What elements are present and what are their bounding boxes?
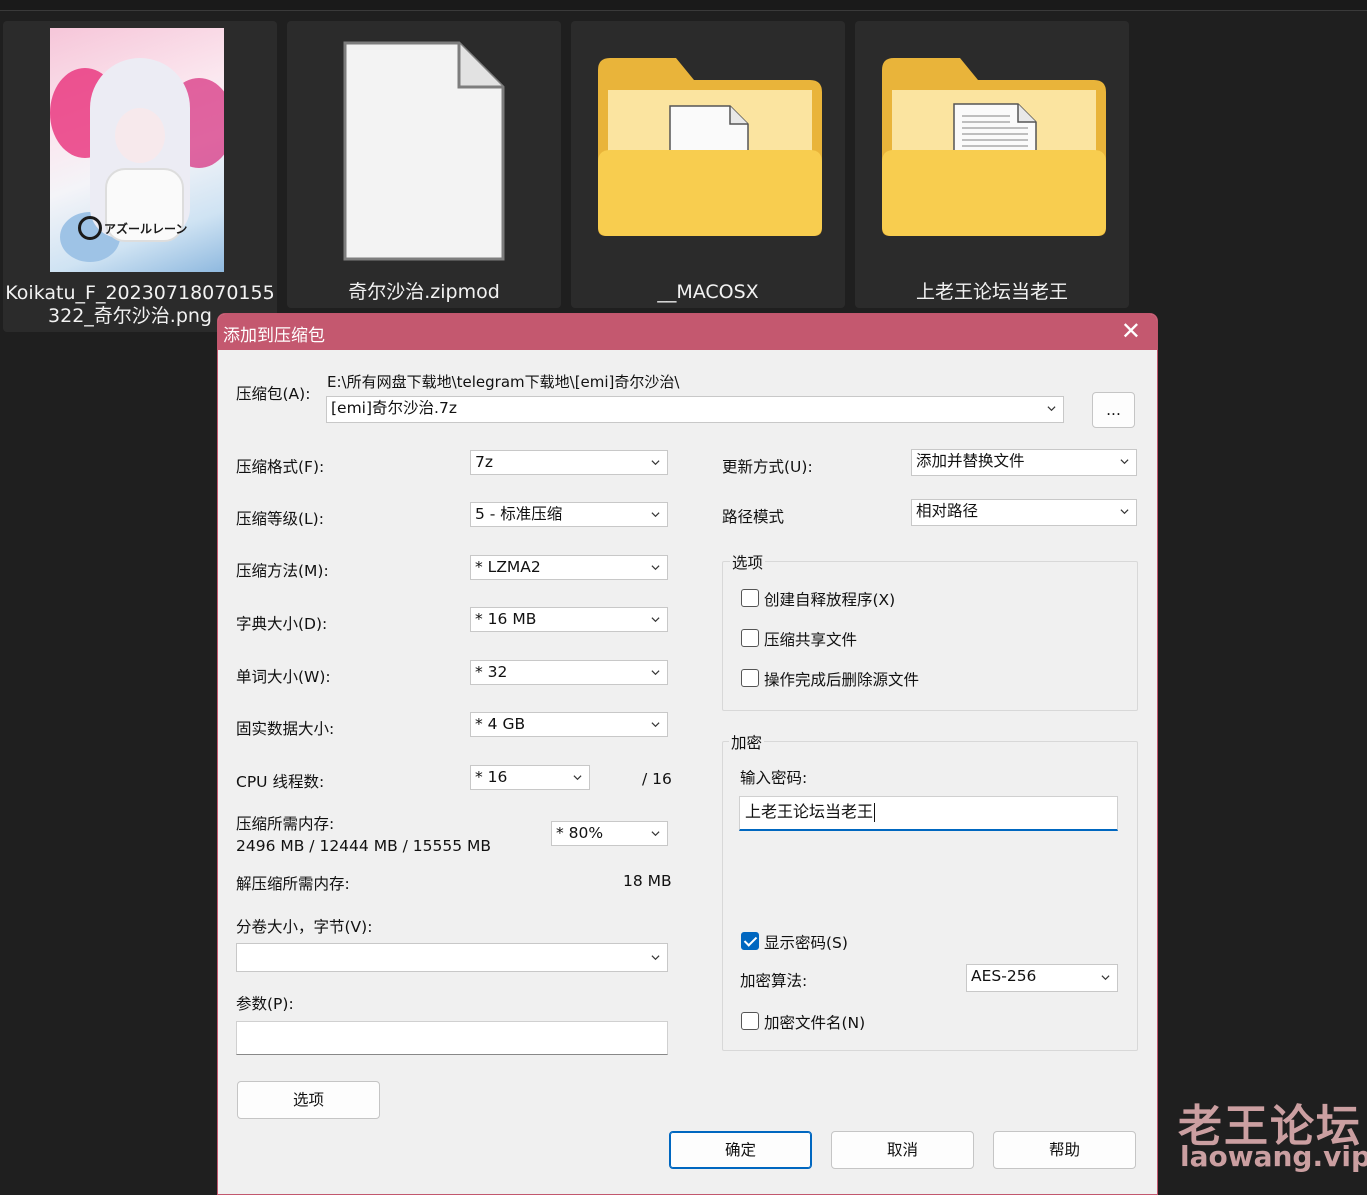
dict-combo[interactable]: * 16 MB bbox=[470, 607, 668, 632]
chevron-down-icon bbox=[651, 617, 660, 623]
image-thumbnail: アズールレーン bbox=[50, 28, 224, 272]
add-to-archive-dialog: 添加到压缩包 ✕ 压缩包(A): E:\所有网盘下载地\telegram下载地\… bbox=[217, 313, 1158, 1195]
show-password-label: 显示密码(S) bbox=[764, 934, 848, 952]
file-name: 奇尔沙治.zipmod bbox=[348, 281, 500, 303]
encryption-group-title: 加密 bbox=[729, 731, 765, 753]
decompress-memory-value: 18 MB bbox=[623, 872, 672, 890]
sfx-checkbox[interactable] bbox=[741, 589, 759, 607]
options-button[interactable]: 选项 bbox=[237, 1081, 380, 1119]
file-tile-zipmod[interactable]: 奇尔沙治.zipmod bbox=[287, 21, 561, 308]
level-value: 5 - 标准压缩 bbox=[475, 505, 563, 523]
memory-value: 2496 MB / 12444 MB / 15555 MB bbox=[236, 837, 492, 855]
encryption-method-value: AES-256 bbox=[971, 967, 1037, 985]
delete-source-label: 操作完成后删除源文件 bbox=[764, 671, 920, 689]
volume-label: 分卷大小，字节(V): bbox=[236, 918, 373, 936]
solid-label: 固实数据大小: bbox=[236, 720, 335, 738]
dialog-title: 添加到压缩包 bbox=[223, 326, 325, 346]
archive-name-value: [emi]奇尔沙治.7z bbox=[331, 399, 457, 417]
threads-label: CPU 线程数: bbox=[236, 773, 325, 791]
method-combo[interactable]: * LZMA2 bbox=[470, 555, 668, 580]
chevron-down-icon bbox=[1120, 459, 1129, 465]
encryption-method-label: 加密算法: bbox=[740, 972, 808, 990]
chevron-down-icon bbox=[573, 775, 582, 781]
method-label: 压缩方法(M): bbox=[236, 562, 329, 580]
encrypt-names-label: 加密文件名(N) bbox=[764, 1014, 866, 1032]
update-value: 添加并替换文件 bbox=[916, 452, 1025, 470]
format-label: 压缩格式(F): bbox=[236, 458, 325, 476]
dialog-titlebar[interactable]: 添加到压缩包 ✕ bbox=[218, 314, 1157, 350]
thumb-logo-text: アズールレーン bbox=[104, 222, 188, 236]
help-button[interactable]: 帮助 bbox=[993, 1131, 1136, 1169]
folder-tile-laowang[interactable]: 上老王论坛当老王 bbox=[855, 21, 1129, 308]
shared-label: 压缩共享文件 bbox=[764, 631, 858, 649]
params-input[interactable] bbox=[236, 1021, 668, 1055]
chevron-down-icon bbox=[651, 512, 660, 518]
chevron-down-icon bbox=[651, 460, 660, 466]
solid-value: * 4 GB bbox=[475, 715, 526, 733]
method-value: * LZMA2 bbox=[475, 558, 541, 576]
anchor-logo-icon bbox=[78, 216, 102, 240]
update-label: 更新方式(U): bbox=[722, 458, 813, 476]
encryption-method-combo[interactable]: AES-256 bbox=[966, 964, 1118, 992]
update-combo[interactable]: 添加并替换文件 bbox=[911, 449, 1137, 476]
threads-combo[interactable]: * 16 bbox=[470, 765, 590, 790]
threads-value: * 16 bbox=[475, 768, 508, 786]
browse-button[interactable]: ... bbox=[1092, 392, 1135, 428]
password-value: 上老王论坛当老王 bbox=[745, 802, 874, 821]
delete-source-checkbox[interactable] bbox=[741, 669, 759, 687]
file-tile-png[interactable]: アズールレーン Koikatu_F_20230718070155 322_奇尔沙… bbox=[3, 21, 277, 332]
cancel-button[interactable]: 取消 bbox=[831, 1131, 974, 1169]
solid-combo[interactable]: * 4 GB bbox=[470, 712, 668, 737]
memory-label: 压缩所需内存: bbox=[236, 815, 335, 833]
chevron-down-icon bbox=[651, 565, 660, 571]
chevron-down-icon bbox=[1101, 975, 1110, 981]
folder-icon bbox=[598, 58, 822, 236]
chevron-down-icon bbox=[651, 831, 660, 837]
folder-name: 上老王论坛当老王 bbox=[915, 281, 1068, 303]
memory-percent-combo[interactable]: * 80% bbox=[551, 821, 668, 846]
level-combo[interactable]: 5 - 标准压缩 bbox=[470, 502, 668, 527]
ok-button[interactable]: 确定 bbox=[669, 1131, 812, 1169]
options-group-title: 选项 bbox=[730, 551, 766, 573]
folder-tile-macosx[interactable]: __MACOSX bbox=[571, 21, 845, 308]
document-icon bbox=[343, 41, 505, 261]
word-combo[interactable]: * 32 bbox=[470, 660, 668, 685]
archive-label: 压缩包(A): bbox=[236, 385, 311, 403]
chevron-down-icon bbox=[1047, 406, 1056, 412]
file-name-line1: Koikatu_F_20230718070155 bbox=[5, 282, 275, 304]
watermark-url: laowang.vip bbox=[1180, 1140, 1367, 1173]
dict-value: * 16 MB bbox=[475, 610, 537, 628]
folder-name: __MACOSX bbox=[657, 281, 759, 303]
format-combo[interactable]: 7z bbox=[470, 450, 668, 475]
encrypt-names-checkbox[interactable] bbox=[741, 1012, 759, 1030]
chevron-down-icon bbox=[651, 670, 660, 676]
word-label: 单词大小(W): bbox=[236, 668, 331, 686]
path-mode-combo[interactable]: 相对路径 bbox=[911, 499, 1137, 526]
word-value: * 32 bbox=[475, 663, 508, 681]
chevron-down-icon bbox=[1120, 509, 1129, 515]
format-value: 7z bbox=[475, 453, 493, 471]
volume-combo[interactable] bbox=[236, 943, 668, 972]
threads-total: / 16 bbox=[642, 770, 672, 788]
password-label: 输入密码: bbox=[740, 769, 808, 787]
params-label: 参数(P): bbox=[236, 995, 294, 1013]
password-input[interactable]: 上老王论坛当老王 bbox=[739, 796, 1118, 831]
text-caret bbox=[874, 803, 876, 822]
show-password-checkbox[interactable] bbox=[741, 932, 759, 950]
explorer-toolbar-edge bbox=[0, 0, 1367, 11]
path-mode-value: 相对路径 bbox=[916, 502, 979, 520]
chevron-down-icon bbox=[651, 722, 660, 728]
memory-percent-value: * 80% bbox=[556, 824, 604, 842]
archive-name-combo[interactable]: [emi]奇尔沙治.7z bbox=[326, 396, 1064, 423]
close-icon[interactable]: ✕ bbox=[1121, 318, 1141, 344]
archive-path: E:\所有网盘下载地\telegram下载地\[emi]奇尔沙治\ bbox=[327, 373, 680, 391]
decompress-memory-label: 解压缩所需内存: bbox=[236, 875, 350, 893]
path-mode-label: 路径模式 bbox=[722, 508, 785, 526]
dict-label: 字典大小(D): bbox=[236, 615, 328, 633]
shared-checkbox[interactable] bbox=[741, 629, 759, 647]
folder-icon bbox=[882, 58, 1106, 236]
chevron-down-icon bbox=[651, 955, 660, 961]
sfx-label: 创建自释放程序(X) bbox=[764, 591, 896, 609]
level-label: 压缩等级(L): bbox=[236, 510, 324, 528]
